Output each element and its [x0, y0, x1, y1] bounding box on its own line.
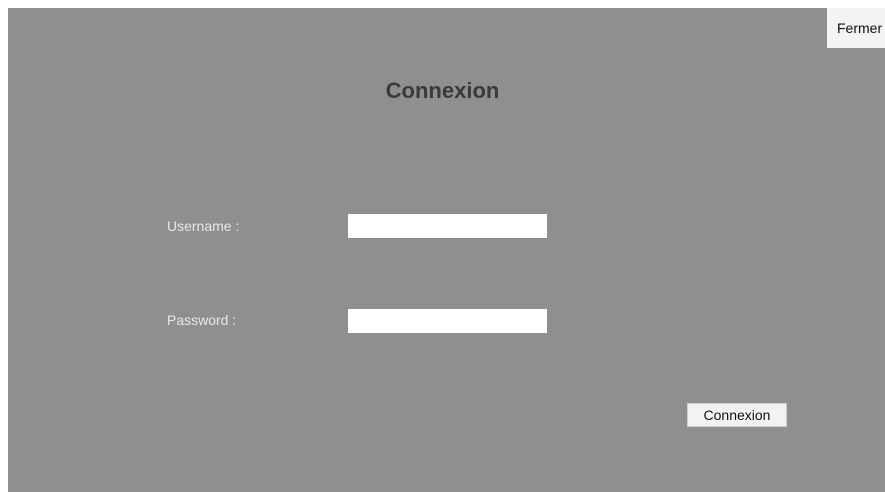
password-label: Password : — [167, 312, 237, 328]
password-input[interactable] — [348, 309, 547, 333]
close-button[interactable]: Fermer — [827, 8, 885, 48]
page-title: Connexion — [385, 78, 500, 103]
login-button[interactable]: Connexion — [687, 403, 787, 427]
username-label: Username : — [167, 218, 240, 234]
username-input[interactable] — [348, 214, 547, 238]
